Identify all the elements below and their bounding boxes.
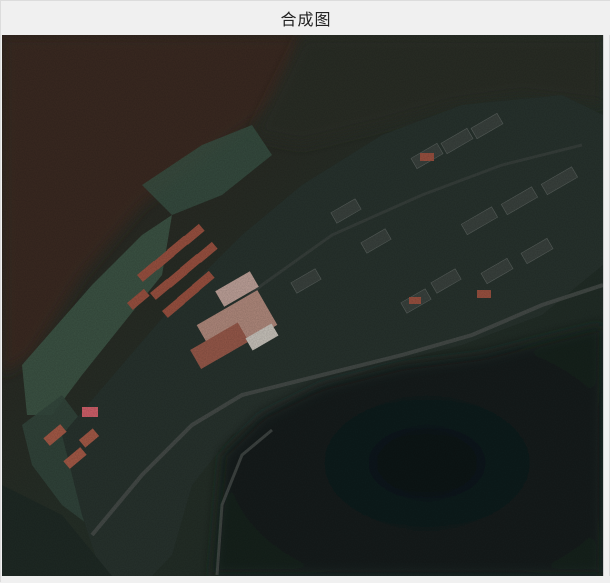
title-bar: 合成图 [1, 1, 610, 35]
composite-image-panel[interactable] [2, 35, 604, 576]
figure-window: 合成图 [0, 0, 610, 583]
image-grain [2, 35, 603, 576]
figure-title: 合成图 [280, 10, 332, 29]
satellite-composite-image [2, 35, 603, 576]
